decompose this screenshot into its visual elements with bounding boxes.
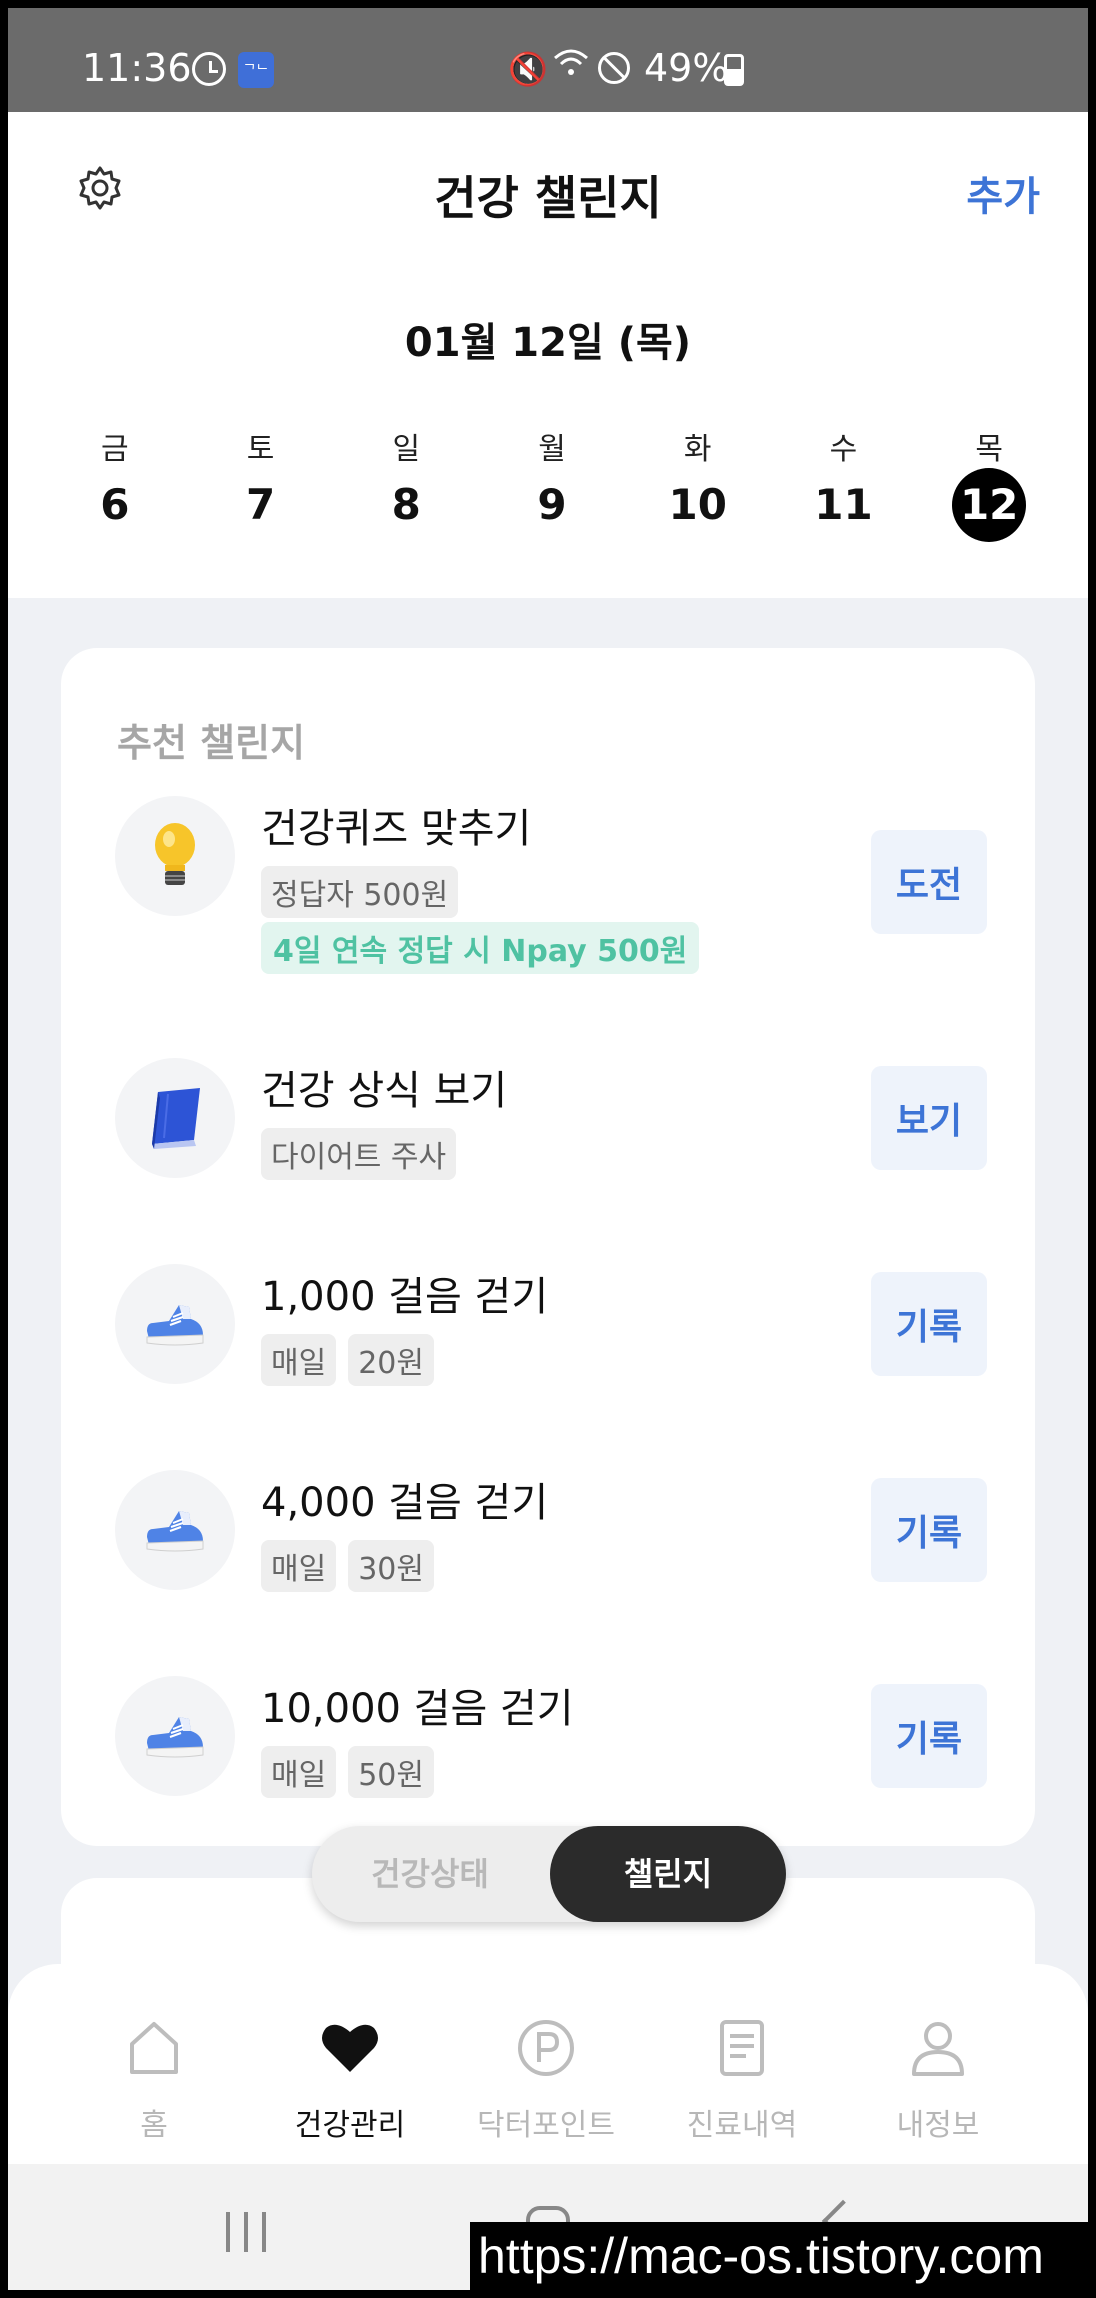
lightbulb-icon: [115, 796, 235, 916]
challenge-title: 4,000 걸음 걷기: [261, 1480, 549, 1526]
day-thu-selected[interactable]: 목 12: [916, 424, 1062, 542]
tag: 20원: [348, 1334, 434, 1386]
nav-label: 닥터포인트: [477, 2108, 615, 2143]
tag-list: 정답자 500원: [261, 866, 459, 918]
current-date: 01월 12일 (목): [404, 320, 692, 366]
nav-health[interactable]: 건강관리: [250, 2016, 450, 2144]
day-tue[interactable]: 화 10: [625, 424, 771, 542]
challenge-button[interactable]: 도전: [871, 830, 987, 934]
tag: 정답자 500원: [261, 866, 459, 918]
person-icon: [912, 2022, 964, 2076]
toggle-challenge[interactable]: 챌린지: [550, 1826, 786, 1922]
day-number: 12: [952, 468, 1027, 542]
tag: 매일: [261, 1334, 337, 1386]
sneaker-icon: [115, 1264, 235, 1384]
day-mon[interactable]: 월9: [479, 424, 625, 542]
nav-home[interactable]: 홈: [54, 2016, 254, 2144]
mute-icon: 🔇: [508, 50, 548, 88]
home-icon: [130, 2022, 178, 2074]
week-selector: 금6 토7 일8 월9 화 10 수 11 목 12: [42, 424, 1062, 542]
recommended-challenges-card: 추천 챌린지 건강퀴즈 맞추기 정답자 500원 4일 연속 정답 시 Npay…: [61, 648, 1035, 1846]
tag-list: 매일 30원: [261, 1540, 434, 1592]
app-frame: 11:36 ᄀᄂ 🔇 49% 건강 챌린지 추가 01월 12일 (목) 금6 …: [8, 8, 1088, 2290]
promo-tag: 4일 연속 정답 시 Npay 500원: [261, 922, 700, 974]
status-time: 11:36: [82, 46, 192, 90]
day-number: 9: [537, 480, 567, 529]
day-number: 8: [391, 480, 421, 529]
tag-list: 다이어트 주사: [261, 1128, 457, 1180]
nav-doctor-point[interactable]: 닥터포인트: [446, 2016, 646, 2144]
nav-label: 진료내역: [686, 2108, 798, 2143]
day-number: 10: [668, 480, 727, 529]
challenge-title: 건강 상식 보기: [261, 1068, 508, 1114]
recent-apps-icon[interactable]: [226, 2212, 266, 2252]
status-bar: 11:36 ᄀᄂ 🔇 49%: [8, 8, 1088, 112]
battery-icon: [724, 54, 744, 86]
header: 건강 챌린지 추가 01월 12일 (목) 금6 토7 일8 월9 화 10 수1…: [8, 112, 1088, 598]
day-number: 6: [100, 480, 130, 529]
watermark: https://mac-os.tistory.com: [470, 2222, 1088, 2290]
tag: 50원: [348, 1746, 434, 1798]
day-name: 목: [975, 432, 1003, 467]
day-fri[interactable]: 금6: [42, 424, 188, 542]
challenge-button[interactable]: 기록: [871, 1684, 987, 1788]
tag: 매일: [261, 1540, 337, 1592]
document-icon: [720, 2020, 764, 2076]
point-icon: [518, 2020, 574, 2076]
day-number: 7: [245, 480, 276, 529]
challenge-title: 10,000 걸음 걷기: [261, 1686, 574, 1732]
do-not-disturb-icon: [598, 52, 630, 84]
tag-list: 매일 50원: [261, 1746, 434, 1798]
section-title: 추천 챌린지: [117, 721, 306, 765]
day-name: 수: [829, 432, 858, 467]
day-sat[interactable]: 토7: [188, 424, 334, 542]
day-name: 금: [101, 432, 129, 467]
page-title: 건강 챌린지: [434, 171, 662, 225]
day-name: 일: [392, 432, 421, 467]
heart-icon: [322, 2024, 378, 2072]
book-icon: [115, 1058, 235, 1178]
challenge-button[interactable]: 기록: [871, 1478, 987, 1582]
view-toggle: 건강상태 챌린지: [312, 1826, 786, 1922]
day-number: 11: [814, 480, 873, 529]
day-sun[interactable]: 일8: [333, 424, 479, 542]
alarm-icon: [192, 52, 226, 86]
challenge-title: 건강퀴즈 맞추기: [261, 806, 532, 852]
tag: 매일: [261, 1746, 337, 1798]
wifi-icon: [552, 46, 590, 89]
app-notification-icon: ᄀᄂ: [238, 52, 274, 88]
challenge-button[interactable]: 기록: [871, 1272, 987, 1376]
nav-label: 홈: [140, 2108, 168, 2143]
day-name: 월: [538, 432, 566, 467]
add-button[interactable]: 추가: [966, 164, 1040, 222]
day-name: 화: [683, 432, 712, 467]
day-name: 토: [246, 432, 275, 467]
nav-records[interactable]: 진료내역: [642, 2016, 842, 2144]
toggle-health-status[interactable]: 건강상태: [312, 1826, 548, 1922]
battery-percent: 49%: [644, 46, 729, 90]
tag: 다이어트 주사: [261, 1128, 457, 1180]
challenge-button[interactable]: 보기: [871, 1066, 987, 1170]
day-wed[interactable]: 수 11: [771, 424, 917, 542]
sneaker-icon: [115, 1470, 235, 1590]
bottom-nav: 홈 건강관리 닥터포인트 진료내역 내정보: [8, 1964, 1088, 2164]
nav-my-info[interactable]: 내정보: [838, 2016, 1038, 2144]
nav-label: 건강관리: [294, 2108, 406, 2143]
nav-label: 내정보: [896, 2108, 980, 2143]
sneaker-icon: [115, 1676, 235, 1796]
tag: 30원: [348, 1540, 434, 1592]
tag-list: 매일 20원: [261, 1334, 434, 1386]
challenge-title: 1,000 걸음 걷기: [261, 1274, 549, 1320]
